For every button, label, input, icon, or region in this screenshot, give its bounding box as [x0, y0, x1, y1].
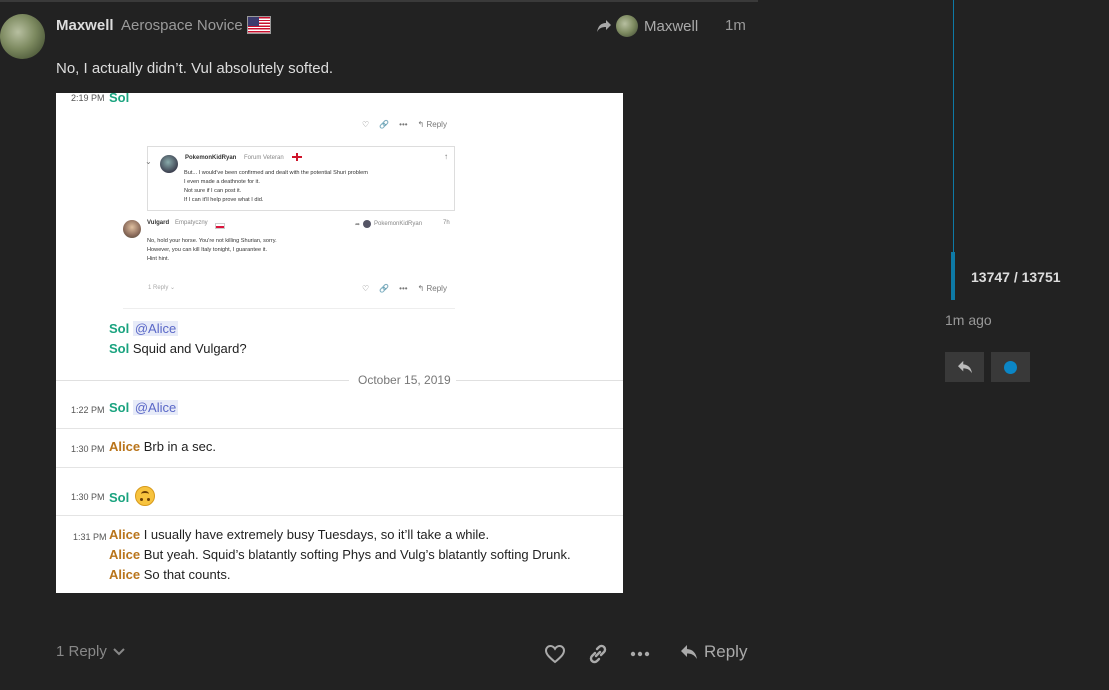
chat-text: Squid and Vulgard? [132, 341, 247, 356]
chat-separator [56, 467, 623, 468]
link-icon: 🔗 [379, 284, 390, 293]
chat-row: 1:30 PM Sol [56, 483, 623, 507]
upside-down-face-icon [134, 486, 155, 506]
reply-icon [681, 645, 697, 659]
chat-author: Alice [109, 547, 141, 562]
inner-post-actions: ♡ 🔗 ••• ↰ Reply [362, 120, 447, 129]
vulgard-name: Vulgard [147, 220, 170, 226]
quote-lines: But... I would've been confirmed and dea… [184, 170, 368, 203]
chevron-down-icon: ⌄ [145, 157, 152, 166]
reply-to-avatar [616, 15, 638, 37]
inner-reply: ↰ Reply [417, 284, 447, 293]
more-icon[interactable] [628, 642, 652, 666]
inner-post-actions: ♡ 🔗 ••• ↰ Reply [362, 284, 447, 293]
chat-text: Brb in a sec. [143, 439, 216, 454]
chat-author: Alice [109, 439, 141, 454]
chat-author: Sol [109, 321, 130, 336]
avatar[interactable] [0, 14, 45, 59]
chat-separator [56, 428, 623, 429]
reply-to-name: Maxwell [644, 17, 699, 35]
timeline-position: 13747 / 13751 [971, 269, 1061, 285]
reply-label: Reply [704, 642, 748, 661]
chat-time: 1:22 PM [71, 405, 105, 415]
vulgard-title: Empatyczny [175, 220, 208, 226]
poland-flag-icon [215, 223, 225, 229]
user-title: Aerospace Novice [121, 17, 243, 34]
chat-row: Alice But yeah. Squid’s blatantly softin… [56, 547, 623, 567]
timeline-unread-button[interactable] [991, 352, 1030, 382]
chat-text: So that counts. [143, 567, 231, 582]
quoted-post: ⌄ PokemonKidRyan Forum Veteran ↑ But... … [145, 146, 455, 211]
username[interactable]: Maxwell [56, 17, 114, 34]
chat-author: Sol [109, 400, 130, 415]
date-divider-text: October 15, 2019 [358, 373, 451, 387]
chat-separator [56, 515, 623, 516]
arrow-up-icon: ↑ [444, 152, 448, 161]
replies-label: 1 Reply [56, 643, 107, 660]
reply-button[interactable]: Reply [680, 642, 747, 662]
chat-mention: @Alice [132, 321, 179, 336]
chat-row: 1:31 PM Alice I usually have extremely b… [56, 527, 623, 547]
chat-text: But yeah. Squid’s blatantly softing Phys… [143, 547, 571, 562]
vulgard-reply-to: ➦ PokemonKidRyan [355, 220, 423, 228]
heart-icon: ♡ [362, 284, 370, 293]
post-text: No, I actually didn’t. Vul absolutely so… [56, 60, 334, 77]
vulgard-avatar [123, 220, 141, 238]
reply-to-tab[interactable]: Maxwell [596, 15, 699, 37]
timeline-track[interactable] [953, 0, 954, 252]
share-arrow-icon: ➦ [355, 221, 361, 228]
timeline-age: 1m ago [945, 312, 992, 328]
chat-row: 1:22 PM Sol @Alice [56, 400, 623, 420]
quote-title: Forum Veteran [244, 155, 284, 161]
like-heart-icon[interactable] [543, 642, 567, 666]
link-icon: 🔗 [379, 120, 390, 129]
chat-time: 1:30 PM [71, 492, 105, 502]
chat-row: Sol Squid and Vulgard? [56, 341, 623, 361]
chat-author: Sol [109, 490, 130, 505]
inner-divider [123, 308, 455, 309]
chevron-down-icon [113, 647, 125, 655]
chat-author: Alice [109, 527, 141, 542]
us-flag-icon [247, 16, 271, 34]
show-replies-button[interactable]: 1 Reply [56, 643, 125, 660]
chat-author: Alice [109, 567, 141, 582]
quote-avatar [160, 155, 178, 173]
share-arrow-icon [597, 20, 611, 32]
quote-name: PokemonKidRyan [185, 155, 237, 161]
vulgard-lines: No, hold your horse. You're not killing … [147, 238, 277, 262]
top-divider [0, 0, 758, 2]
chat-time: 1:31 PM [73, 532, 107, 542]
chat-row: 1:30 PM Alice Brb in a sec. [56, 439, 623, 459]
chat-mention: @Alice [132, 400, 179, 415]
chat-text: I usually have extremely busy Tuesdays, … [143, 527, 490, 542]
more-icon: ••• [399, 284, 408, 293]
unread-dot-icon [1004, 360, 1017, 374]
more-icon: ••• [399, 120, 408, 129]
chat-row: Alice So that counts. [56, 567, 623, 587]
chat-author: Sol [109, 341, 130, 356]
chat-author: Sol [109, 93, 130, 105]
post-age[interactable]: 1m [725, 17, 746, 34]
chat-time: 2:19 PM [71, 93, 105, 103]
england-flag-icon [292, 153, 302, 161]
reply-back-icon [957, 360, 972, 374]
inner-reply: ↰ Reply [417, 120, 447, 129]
mini-avatar [363, 220, 372, 228]
vulgard-age: 7h [443, 220, 450, 226]
vulgard-replies: 1 Reply ⌄ [148, 285, 176, 291]
date-divider: October 15, 2019 [56, 373, 623, 387]
chat-time: 1:30 PM [71, 444, 105, 454]
heart-icon: ♡ [362, 120, 370, 129]
chat-row: Sol @Alice [56, 321, 623, 341]
chat-row: 2:19 PM Sol [56, 93, 623, 105]
timeline-back-button[interactable] [945, 352, 984, 382]
timeline-handle[interactable] [951, 252, 955, 300]
link-icon[interactable] [586, 642, 610, 666]
embedded-screenshot[interactable]: 2:19 PM Sol ♡ 🔗 ••• ↰ Reply ⌄ PokemonKid… [56, 93, 623, 593]
